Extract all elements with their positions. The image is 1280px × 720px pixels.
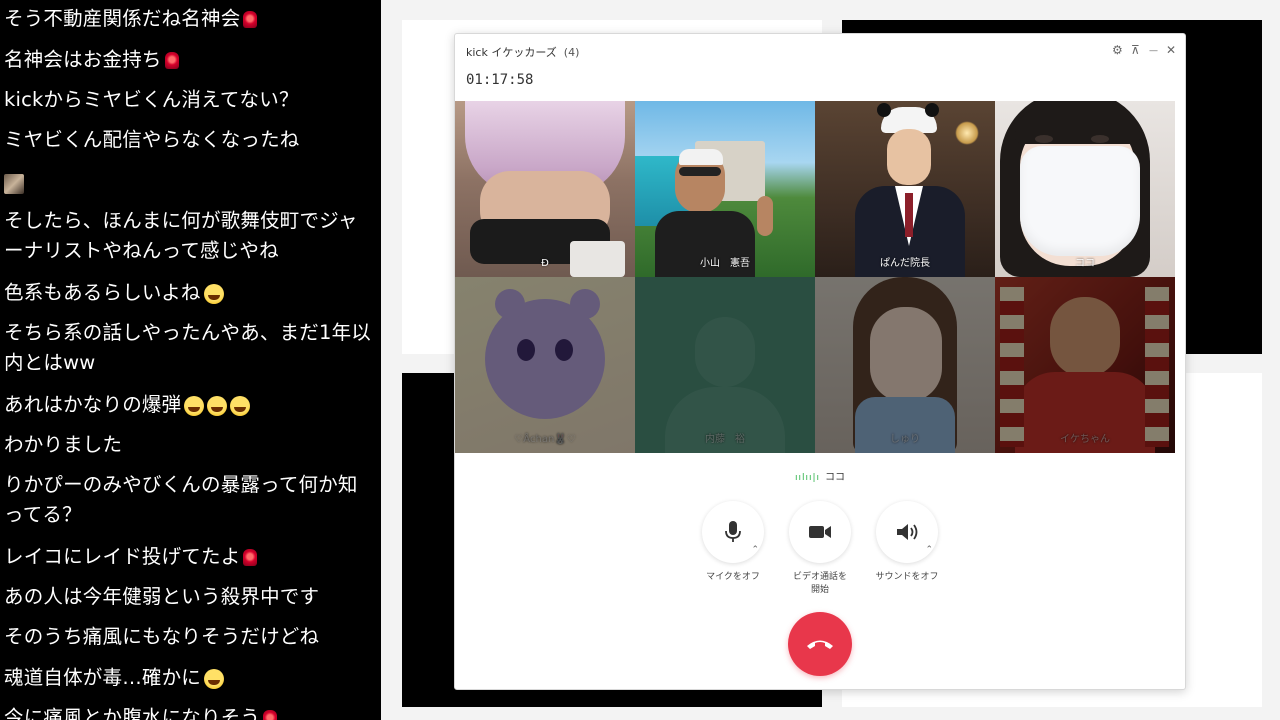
laughing-emoji [204, 668, 225, 689]
chat-message: レイコにレイド投げてたよ [4, 542, 375, 572]
chat-message: そのうち痛風にもなりそうだけどね [4, 625, 320, 648]
hang-up-icon [807, 640, 833, 649]
siren-emoji [243, 11, 258, 28]
laughing-emoji [207, 395, 228, 416]
chat-panel: そう不動産関係だね名神会 名神会はお金持ち kickからミヤビくん消えてない？ … [0, 0, 381, 720]
settings-icon[interactable]: ⚙ [1112, 43, 1123, 57]
chat-message: そう不動産関係だね名神会 [4, 4, 375, 34]
sound-label: サウンドをオフ [875, 572, 939, 582]
participant-name: 小山 憲吾 [700, 258, 750, 269]
participant-tile[interactable]: 内藤 裕 [635, 277, 815, 453]
chat-message: そちら系の話しやったんやあ、まだ1年以内とはww [4, 321, 372, 374]
end-call-button[interactable] [788, 612, 852, 676]
chat-message: kickからミヤビくん消えてない？ [4, 88, 299, 111]
participant-name: しゅり [890, 434, 920, 445]
pin-icon[interactable]: ⊼ [1131, 43, 1140, 57]
chat-message: あれはかなりの爆弾 [4, 390, 375, 420]
video-label: ビデオ通話を 開始 [792, 572, 847, 595]
laughing-emoji [203, 283, 224, 304]
siren-emoji [263, 710, 278, 720]
participant-name: イケちゃん [1060, 434, 1110, 445]
chat-message: あの人は今年健弱という殺界中です [4, 585, 320, 608]
participant-name: 内藤 裕 [705, 434, 745, 445]
participant-name: ココ [1075, 258, 1095, 269]
call-timer: 01:17:58 [466, 72, 534, 88]
start-video-button[interactable] [789, 501, 851, 563]
video-camera-icon [809, 526, 831, 538]
speaking-name: ココ [825, 472, 846, 483]
chevron-up-icon[interactable]: ⌃ [751, 545, 759, 555]
chat-message: わかりました [4, 433, 123, 456]
microphone-icon [725, 521, 741, 542]
mic-control: ⌃ マイクをオフ [701, 501, 765, 584]
window-title: kick イケッカーズ (4) [466, 46, 580, 59]
sound-toggle-button[interactable]: ⌃ [876, 501, 938, 563]
chat-message: 今に痛風とか腹水になりそう [4, 703, 375, 720]
participant-name: ぱんだ院長 [880, 258, 930, 269]
speaking-indicator: ıılıı|ı ココ [455, 468, 1185, 483]
audio-wave-icon: ıılıı|ı [794, 473, 821, 483]
participant-grid: Ð 小山 憲吾 ぱんだ院長 ココ ♡Åchan🐰♡ 内藤 裕 しゅり イケちゃん [455, 101, 1175, 453]
siren-emoji [164, 52, 179, 69]
chat-message: 色系もあるらしいよね [4, 278, 375, 308]
sound-control: ⌃ サウンドをオフ [875, 501, 939, 584]
title-bar[interactable]: kick イケッカーズ (4) ⚙ ⊼ — ✕ [455, 34, 1185, 66]
chat-message: ミヤビくん配信やらなくなったね [4, 128, 300, 151]
participant-tile[interactable]: ココ [995, 101, 1175, 277]
laughing-emoji [230, 395, 251, 416]
participant-tile[interactable]: ぱんだ院長 [815, 101, 995, 277]
chat-message: りかぴーのみやびくんの暴露って何か知ってる？ [4, 473, 358, 526]
mic-label: マイクをオフ [706, 572, 760, 582]
member-count: (4) [563, 46, 580, 59]
chat-message: そしたら、ほんまに何が歌舞伎町でジャーナリストやねんって感じやね [4, 209, 358, 262]
speaker-icon [897, 524, 918, 540]
video-control: ビデオ通話を 開始 [788, 501, 852, 597]
laughing-emoji [184, 395, 205, 416]
minimize-icon[interactable]: — [1149, 44, 1158, 58]
participant-name: ♡Åchan🐰♡ [514, 434, 576, 445]
chat-message: 名神会はお金持ち [4, 45, 375, 75]
participant-tile[interactable]: Ð [455, 101, 635, 277]
siren-emoji [243, 549, 258, 566]
group-call-window: kick イケッカーズ(4) ⚙ ⊼ — ✕ 01:17:58 Ð 小山 憲吾 [454, 33, 1186, 690]
sticker-image [4, 174, 24, 194]
participant-tile[interactable]: しゅり [815, 277, 995, 453]
chat-message: 魂道自体が毒…確かに [4, 663, 375, 693]
chevron-up-icon[interactable]: ⌃ [925, 545, 933, 555]
participant-tile[interactable]: イケちゃん [995, 277, 1175, 453]
mic-toggle-button[interactable]: ⌃ [702, 501, 764, 563]
participant-name: Ð [541, 258, 549, 269]
participant-tile[interactable]: ♡Åchan🐰♡ [455, 277, 635, 453]
close-icon[interactable]: ✕ [1166, 43, 1176, 57]
participant-tile[interactable]: 小山 憲吾 [635, 101, 815, 277]
